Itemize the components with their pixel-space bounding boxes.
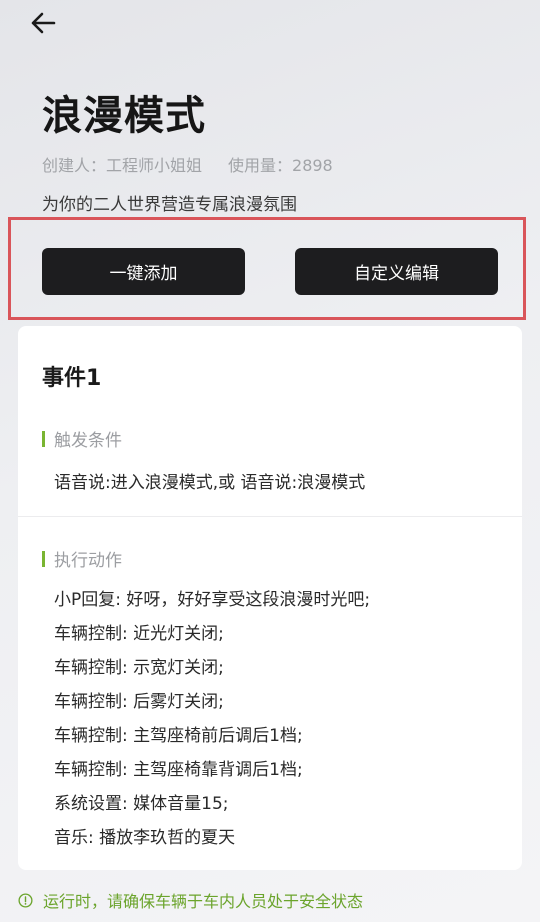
arrow-left-icon <box>31 12 56 34</box>
action-item: 车辆控制: 示宽灯关闭; <box>54 658 224 678</box>
back-button[interactable] <box>30 8 62 38</box>
safety-notice-text: 运行时，请确保车辆于车内人员处于安全状态 <box>43 892 364 911</box>
action-list: 小P回复: 好呀，好好享受这段浪漫时光吧; 车辆控制: 近光灯关闭; 车辆控制:… <box>54 588 370 860</box>
event-card: 事件1 触发条件 语音说:进入浪漫模式,或 语音说:浪漫模式 执行动作 小P回复… <box>18 326 522 870</box>
section-marker <box>42 430 45 447</box>
action-item: 车辆控制: 主驾座椅前后调后1档; <box>54 726 303 746</box>
action-section-label: 执行动作 <box>42 546 122 571</box>
divider <box>18 516 522 517</box>
action-item: 车辆控制: 主驾座椅靠背调后1档; <box>54 760 303 780</box>
event-title: 事件1 <box>42 366 102 391</box>
usage-count: 使用量：2898 <box>228 156 333 175</box>
action-item: 系统设置: 媒体音量15; <box>54 794 229 814</box>
trigger-label-text: 触发条件 <box>54 431 122 451</box>
trigger-condition-text: 语音说:进入浪漫模式,或 语音说:浪漫模式 <box>54 473 366 493</box>
creator-text: 创建人：工程师小姐姐 <box>42 156 203 175</box>
section-marker <box>42 550 45 567</box>
mode-header: 浪漫模式 创建人：工程师小姐姐 使用量：2898 为你的二人世界营造专属浪漫氛围 <box>42 92 520 215</box>
page-title: 浪漫模式 <box>42 93 206 139</box>
mode-meta: 创建人：工程师小姐姐 使用量：2898 <box>42 152 520 176</box>
trigger-section-label: 触发条件 <box>42 426 122 451</box>
action-item: 车辆控制: 近光灯关闭; <box>54 624 224 644</box>
action-item: 小P回复: 好呀，好好享受这段浪漫时光吧; <box>54 590 371 610</box>
action-item: 车辆控制: 后雾灯关闭; <box>54 692 224 712</box>
mode-description: 为你的二人世界营造专属浪漫氛围 <box>42 195 297 215</box>
action-label-text: 执行动作 <box>54 551 122 571</box>
info-icon <box>18 892 33 908</box>
custom-edit-button[interactable]: 自定义编辑 <box>295 248 498 295</box>
action-item: 音乐: 播放李玖哲的夏天 <box>54 828 236 848</box>
one-click-add-button[interactable]: 一键添加 <box>42 248 245 295</box>
safety-notice: 运行时，请确保车辆于车内人员处于安全状态 <box>18 888 363 912</box>
